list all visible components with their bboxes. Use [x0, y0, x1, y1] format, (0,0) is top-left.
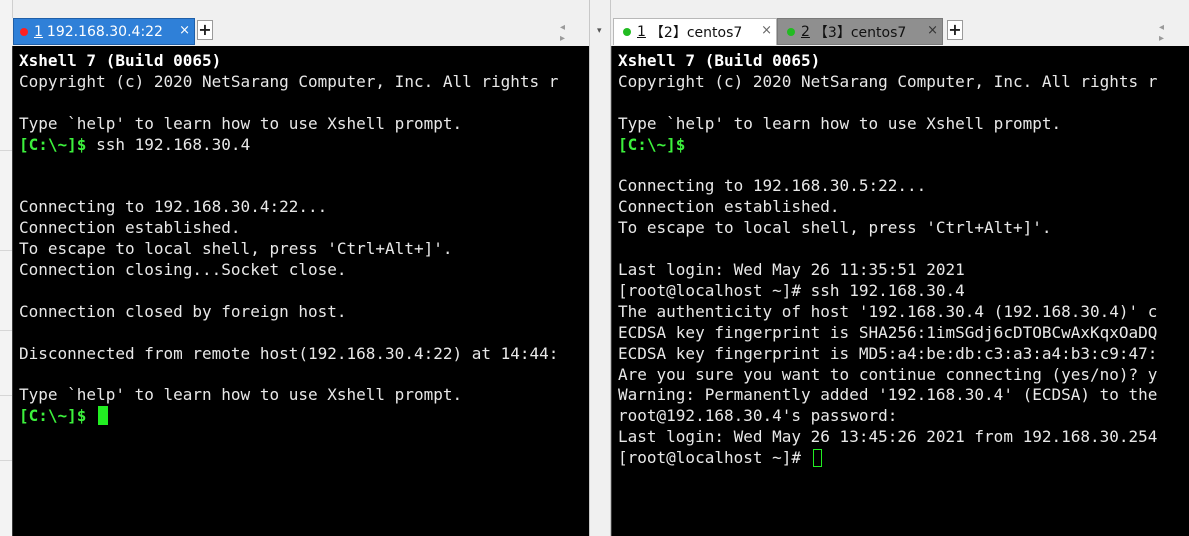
shell-prompt: [C:\~]$	[19, 134, 87, 154]
right-session-pane: 1 【2】centos7 × 2 【3】centos7 × + ◂ ▸ Xshe…	[611, 0, 1189, 536]
terminal-text: Connection closed by foreign host.	[19, 301, 347, 321]
terminal-text: [root@localhost ~]# ssh 192.168.30.4	[618, 280, 965, 300]
terminal-text: Connecting to 192.168.30.5:22...	[618, 176, 927, 196]
terminal-text: Connecting to 192.168.30.4:22...	[19, 197, 328, 217]
tab-centos7-3[interactable]: 2 【3】centos7 ×	[777, 18, 943, 45]
terminal-line: Connection closed by foreign host.	[19, 301, 347, 322]
close-icon[interactable]: ×	[927, 23, 938, 39]
terminal-line: Are you sure you want to continue connec…	[618, 364, 1157, 385]
terminal-text: Last login: Wed May 26 13:45:26 2021 fro…	[618, 427, 1158, 447]
terminal-text: root@192.168.30.4's password:	[618, 406, 898, 426]
terminal-line: The authenticity of host '192.168.30.4 (…	[618, 301, 1157, 322]
terminal-text: Type `help' to learn how to use Xshell p…	[618, 113, 1062, 133]
terminal-text: Type `help' to learn how to use Xshell p…	[19, 113, 463, 133]
terminal-line: Xshell 7 (Build 0065)	[618, 50, 820, 71]
tab-label: 【3】centos7	[813, 24, 907, 41]
terminal-text: Connection closing...Socket close.	[19, 260, 347, 279]
terminal-line: Copyright (c) 2020 NetSarang Computer, I…	[19, 71, 558, 92]
terminal-line: Type `help' to learn how to use Xshell p…	[19, 384, 462, 405]
terminal-text: Last login: Wed May 26 11:35:51 2021	[618, 260, 965, 279]
tab-index: 2	[801, 23, 810, 40]
terminal-line: To escape to local shell, press 'Ctrl+Al…	[618, 217, 1051, 238]
terminal-line: Last login: Wed May 26 13:45:26 2021 fro…	[618, 426, 1157, 447]
terminal-text: ECDSA key fingerprint is SHA256:1imSGdj6…	[618, 322, 1158, 342]
terminal-line: Connection closing...Socket close.	[19, 259, 347, 280]
text-cursor	[98, 406, 109, 426]
tab-index: 1	[34, 23, 43, 40]
tab-label: 【2】centos7	[649, 25, 743, 41]
pane-divider[interactable]: ▾	[589, 0, 611, 536]
terminal-line: Connection established.	[19, 217, 241, 238]
shell-prompt: [C:\~]$	[618, 134, 686, 154]
terminal-line: ECDSA key fingerprint is SHA256:1imSGdj6…	[618, 322, 1157, 343]
connection-status-icon	[20, 27, 28, 36]
terminal-text: ssh 192.168.30.4	[86, 134, 251, 154]
close-icon[interactable]: ×	[179, 23, 190, 39]
text-cursor	[812, 449, 822, 468]
add-tab-button[interactable]: +	[947, 20, 963, 40]
terminal-line: Last login: Wed May 26 11:35:51 2021	[618, 259, 965, 280]
connection-status-icon	[787, 27, 795, 36]
terminal-text: Xshell 7 (Build 0065)	[19, 51, 222, 70]
left-session-pane: 1 192.168.30.4:22 × + ◂ ▸ Xshell 7 (Buil…	[12, 0, 589, 536]
terminal-line: ECDSA key fingerprint is MD5:a4:be:db:c3…	[618, 343, 1157, 364]
terminal-text: The authenticity of host '192.168.30.4 (…	[618, 301, 1158, 321]
tab-centos7-2[interactable]: 1 【2】centos7 ×	[613, 18, 777, 45]
add-tab-button[interactable]: +	[197, 20, 213, 40]
terminal-line: [root@localhost ~]#	[618, 447, 822, 468]
terminal-text: Disconnected from remote host(192.168.30…	[19, 343, 559, 363]
terminal-line: Connecting to 192.168.30.4:22...	[19, 196, 327, 217]
tab-index: 1	[637, 24, 646, 40]
terminal-line: [C:\~]$	[19, 405, 109, 426]
terminal-text: Warning: Permanently added '192.168.30.4…	[618, 385, 1158, 405]
left-tab-bar: 1 192.168.30.4:22 × + ◂ ▸	[12, 18, 589, 46]
tab-scroll-arrows[interactable]: ◂ ▸	[1159, 22, 1189, 44]
terminal-text: [root@localhost ~]#	[618, 448, 811, 468]
right-tab-bar: 1 【2】centos7 × 2 【3】centos7 × + ◂ ▸	[611, 18, 1189, 46]
terminal-text: Connection established.	[19, 218, 241, 238]
tab-192-168-30-4[interactable]: 1 192.168.30.4:22 ×	[13, 18, 195, 45]
terminal-line: root@192.168.30.4's password:	[618, 405, 897, 426]
terminal-line: Type `help' to learn how to use Xshell p…	[19, 113, 462, 134]
connection-status-icon	[623, 28, 631, 36]
terminal-text: To escape to local shell, press 'Ctrl+Al…	[618, 218, 1052, 238]
terminal-line: Warning: Permanently added '192.168.30.4…	[618, 384, 1157, 405]
terminal-line: Xshell 7 (Build 0065)	[19, 50, 221, 71]
terminal-text: Xshell 7 (Build 0065)	[618, 51, 821, 70]
chevron-down-icon[interactable]: ▾	[597, 26, 602, 36]
shell-prompt: [C:\~]$	[19, 406, 87, 426]
close-icon[interactable]: ×	[761, 23, 772, 39]
left-terminal-output[interactable]: Xshell 7 (Build 0065) Copyright (c) 2020 …	[12, 46, 589, 536]
terminal-line: Disconnected from remote host(192.168.30…	[19, 343, 558, 364]
terminal-text: Copyright (c) 2020 NetSarang Computer, I…	[19, 71, 559, 91]
terminal-text: ECDSA key fingerprint is MD5:a4:be:db:c3…	[618, 343, 1158, 363]
terminal-line: [root@localhost ~]# ssh 192.168.30.4	[618, 280, 965, 301]
terminal-line: [C:\~]$	[618, 134, 685, 155]
terminal-line: Connection established.	[618, 196, 840, 217]
terminal-text: Are you sure you want to continue connec…	[618, 364, 1158, 384]
right-terminal-output[interactable]: Xshell 7 (Build 0065) Copyright (c) 2020 …	[611, 46, 1189, 536]
tab-label: 192.168.30.4:22	[46, 23, 163, 40]
terminal-line: Type `help' to learn how to use Xshell p…	[618, 113, 1061, 134]
terminal-text: Copyright (c) 2020 NetSarang Computer, I…	[618, 71, 1158, 91]
terminal-line: To escape to local shell, press 'Ctrl+Al…	[19, 238, 452, 259]
terminal-text: Connection established.	[618, 197, 840, 217]
terminal-text: Type `help' to learn how to use Xshell p…	[19, 385, 463, 405]
terminal-line: [C:\~]$ ssh 192.168.30.4	[19, 134, 250, 155]
terminal-line: Copyright (c) 2020 NetSarang Computer, I…	[618, 71, 1157, 92]
terminal-text: To escape to local shell, press 'Ctrl+Al…	[19, 239, 453, 259]
tab-scroll-arrows[interactable]: ◂ ▸	[560, 22, 589, 44]
terminal-line: Connecting to 192.168.30.5:22...	[618, 175, 926, 196]
